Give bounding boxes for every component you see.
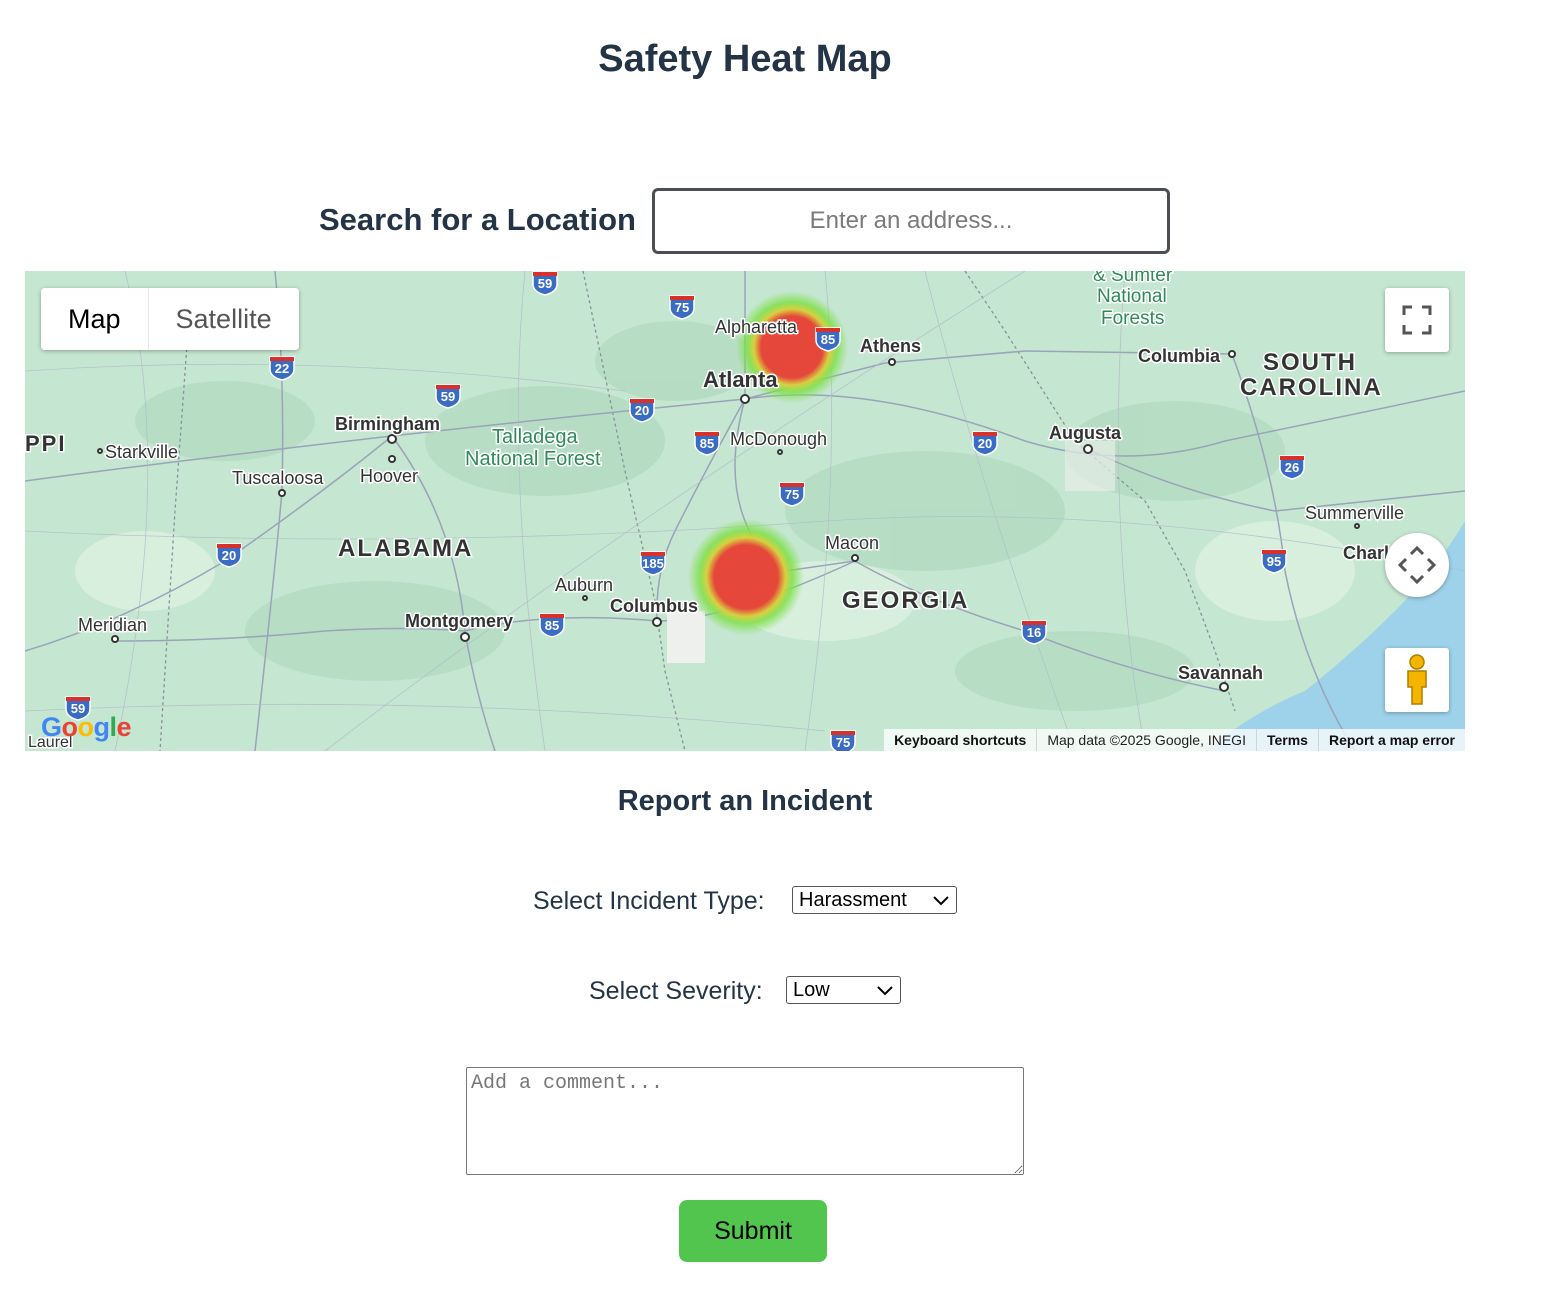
street-view-pegman[interactable] — [1385, 648, 1449, 712]
submit-button[interactable]: Submit — [679, 1200, 827, 1262]
interstate-shield: 85 — [539, 613, 565, 638]
interstate-number: 75 — [836, 735, 850, 750]
terms-link[interactable]: Terms — [1255, 729, 1318, 751]
camera-control-button[interactable] — [1385, 533, 1449, 597]
interstate-number: 85 — [700, 436, 714, 451]
interstate-shield: 95 — [1261, 549, 1287, 574]
map-type-map-button[interactable]: Map — [41, 288, 148, 350]
interstate-shield: 85 — [815, 327, 841, 352]
report-map-error-link[interactable]: Report a map error — [1317, 729, 1465, 751]
interstate-number: 85 — [821, 332, 835, 347]
interstate-number: 22 — [275, 361, 289, 376]
interstate-number: 85 — [545, 618, 559, 633]
map-view[interactable]: Alpharetta Athens Atlanta Columbia Birmi… — [25, 271, 1465, 751]
google-logo: Google — [41, 712, 132, 742]
incident-type-select[interactable]: Harassment — [792, 886, 957, 914]
interstate-shield: 22 — [269, 356, 295, 381]
address-search-input[interactable] — [652, 188, 1170, 254]
interstate-number: 95 — [1267, 554, 1281, 569]
search-label: Search for a Location — [319, 202, 636, 237]
interstate-shield: 59 — [435, 384, 461, 409]
interstate-shield: 59 — [532, 271, 558, 296]
severity-select[interactable]: Low — [786, 976, 901, 1004]
interstate-number: 75 — [785, 487, 799, 502]
comment-textarea[interactable] — [466, 1067, 1024, 1175]
interstate-shield: 75 — [779, 482, 805, 507]
map-attribution: Keyboard shortcuts Map data ©2025 Google… — [884, 729, 1465, 751]
interstate-shield: 26 — [1279, 455, 1305, 480]
interstate-number: 59 — [538, 276, 552, 291]
interstate-number: 59 — [441, 389, 455, 404]
incident-type-value: Harassment — [799, 888, 907, 911]
map-type-control: Map Satellite — [41, 288, 299, 350]
fullscreen-button[interactable] — [1385, 288, 1449, 352]
interstate-number: 26 — [1285, 460, 1299, 475]
interstate-number: 16 — [1027, 625, 1041, 640]
chevron-down-icon — [933, 896, 949, 906]
severity-label: Select Severity: — [589, 977, 763, 1005]
interstate-shield: 20 — [216, 543, 242, 568]
pegman-icon — [1407, 654, 1427, 705]
interstate-shield: 75 — [830, 730, 856, 751]
interstate-shield: 75 — [669, 295, 695, 320]
interstate-shield: 16 — [1021, 620, 1047, 645]
interstate-shield: 85 — [694, 431, 720, 456]
fullscreen-icon — [1402, 305, 1432, 335]
report-title: Report an Incident — [617, 785, 873, 817]
move-arrows-icon — [1397, 545, 1437, 585]
map-data-text: Map data ©2025 Google, INEGI — [1036, 729, 1256, 751]
interstate-shield: 20 — [629, 398, 655, 423]
interstate-number: 185 — [642, 556, 664, 571]
interstate-shield: 185 — [640, 551, 666, 576]
severity-value: Low — [793, 978, 830, 1001]
chevron-down-icon — [877, 986, 893, 996]
keyboard-shortcuts-link[interactable]: Keyboard shortcuts — [884, 729, 1036, 751]
interstate-number: 20 — [222, 548, 236, 563]
interstate-shield: 20 — [972, 431, 998, 456]
interstate-number: 20 — [978, 436, 992, 451]
map-type-satellite-button[interactable]: Satellite — [147, 288, 299, 350]
interstate-number: 20 — [635, 403, 649, 418]
interstate-number: 75 — [675, 300, 689, 315]
incident-type-label: Select Incident Type: — [533, 887, 765, 915]
page-title: Safety Heat Map — [598, 38, 892, 80]
